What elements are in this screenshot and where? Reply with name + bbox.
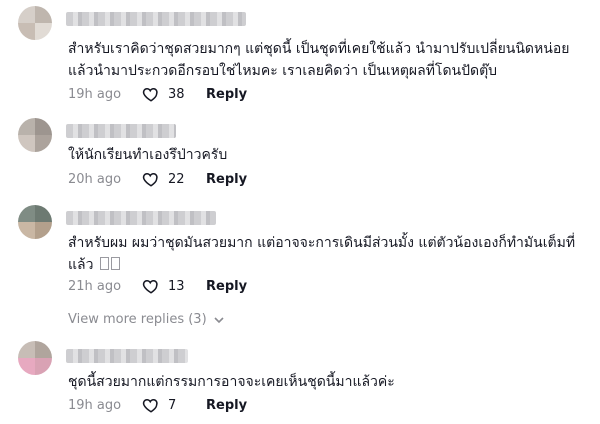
username-blurred[interactable] <box>66 211 216 225</box>
heart-outline-icon <box>142 398 158 413</box>
username-blurred[interactable] <box>66 349 188 363</box>
like-button[interactable]: 38 <box>142 85 206 103</box>
like-button[interactable]: 13 <box>142 277 206 295</box>
reply-button[interactable]: Reply <box>206 172 247 187</box>
comment-meta: 19h ago 7 Reply <box>68 395 247 415</box>
reply-button[interactable]: Reply <box>206 279 247 294</box>
comment-text: สำหรับเราคิดว่าชุดสวยมากๆ แต่ชุดนี้ เป็น… <box>68 41 570 79</box>
heart-outline-icon <box>142 279 158 294</box>
view-more-replies-label: View more replies (3) <box>68 312 207 327</box>
view-more-replies-button[interactable]: View more replies (3) <box>68 312 225 327</box>
comment-meta: 19h ago 38 Reply <box>68 84 247 104</box>
avatar[interactable] <box>18 6 52 40</box>
comment-time: 19h ago <box>68 86 122 102</box>
like-button[interactable]: 22 <box>142 170 206 188</box>
avatar[interactable] <box>18 341 52 375</box>
reply-button[interactable]: Reply <box>206 398 247 413</box>
comment-text: ชุดนี้สวยมากแต่กรรมการอาจจะเคยเห็นชุดนี้… <box>68 374 395 390</box>
comment-text: สำหรับผม ผมว่าชุดมันสวยมาก แต่อาจจะการเด… <box>68 235 576 273</box>
heart-outline-icon <box>142 87 158 102</box>
reply-button[interactable]: Reply <box>206 87 247 102</box>
comment-text: ให้นักเรียนทำเองรึป่าวครับ <box>68 147 228 163</box>
comment-meta: 20h ago 22 Reply <box>68 169 247 189</box>
avatar[interactable] <box>18 118 52 152</box>
comment-time: 19h ago <box>68 397 122 413</box>
comment-time: 20h ago <box>68 171 122 187</box>
like-count: 13 <box>168 278 185 294</box>
like-count: 38 <box>168 86 185 102</box>
comment-meta: 21h ago 13 Reply <box>68 276 247 296</box>
like-count: 7 <box>168 397 177 413</box>
avatar[interactable] <box>18 205 52 239</box>
like-count: 22 <box>168 171 185 187</box>
comment-time: 21h ago <box>68 278 122 294</box>
emoji-placeholder-icon <box>99 257 109 270</box>
username-blurred[interactable] <box>66 124 176 138</box>
emoji-placeholder-icon <box>110 257 120 270</box>
username-blurred[interactable] <box>66 12 246 26</box>
heart-outline-icon <box>142 172 158 187</box>
like-button[interactable]: 7 <box>142 396 206 414</box>
chevron-down-icon <box>214 316 224 323</box>
